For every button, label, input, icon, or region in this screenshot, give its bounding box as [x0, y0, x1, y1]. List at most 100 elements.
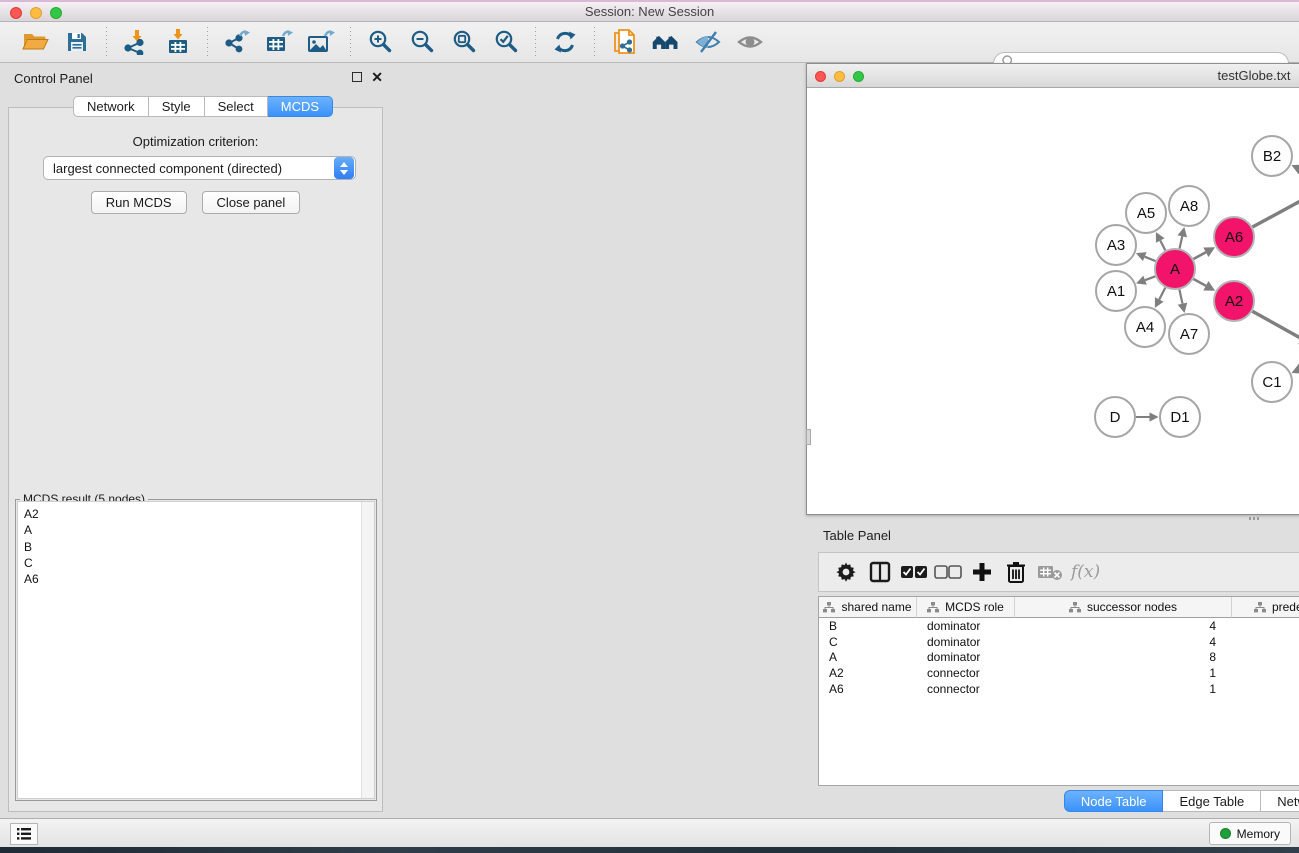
- window-titlebar: Session: New Session: [0, 0, 1299, 22]
- close-panel-icon[interactable]: ✕: [371, 72, 383, 82]
- deselect-all-icon[interactable]: [931, 558, 965, 586]
- table-panel-title: Table Panel: [823, 528, 891, 543]
- table-cell[interactable]: A: [819, 650, 917, 664]
- table-settings-icon[interactable]: [829, 558, 863, 586]
- table-cell[interactable]: B: [819, 619, 917, 633]
- import-network-icon[interactable]: [121, 27, 151, 57]
- add-column-icon[interactable]: [965, 558, 999, 586]
- network-zoom-icon[interactable]: [853, 71, 864, 82]
- run-mcds-button[interactable]: Run MCDS: [91, 191, 187, 214]
- function-builder-icon[interactable]: f(x): [1071, 562, 1100, 582]
- delete-column-icon[interactable]: [999, 558, 1033, 586]
- table-cell[interactable]: dominator: [917, 619, 1015, 633]
- scrollbar-track[interactable]: [361, 502, 374, 798]
- column-header-successor-nodes[interactable]: successor nodes: [1015, 597, 1232, 618]
- graph-edge-A-A4[interactable]: [1159, 288, 1165, 300]
- import-table-icon[interactable]: [163, 27, 193, 57]
- table-cell[interactable]: C: [819, 635, 917, 649]
- table-cell[interactable]: 4: [1015, 619, 1232, 633]
- table-cell[interactable]: 0: [1232, 650, 1299, 664]
- float-panel-icon[interactable]: [352, 72, 362, 82]
- toolbar-separator: [207, 27, 208, 57]
- table-cell[interactable]: A6: [819, 682, 917, 696]
- zoom-out-icon[interactable]: [407, 27, 437, 57]
- splitter-handle[interactable]: [806, 429, 811, 445]
- table-cell[interactable]: 1: [1015, 682, 1232, 696]
- table-cell[interactable]: dominator: [917, 635, 1015, 649]
- column-header-shared-name[interactable]: shared name: [819, 597, 917, 618]
- memory-label: Memory: [1237, 827, 1280, 841]
- tab-style[interactable]: Style: [149, 96, 205, 117]
- table-cell[interactable]: 1: [1232, 619, 1299, 633]
- memory-button[interactable]: Memory: [1209, 822, 1291, 845]
- select-all-icon[interactable]: [897, 558, 931, 586]
- tab-network-table[interactable]: Network Table: [1261, 790, 1299, 812]
- mcds-result-item[interactable]: A2: [18, 502, 374, 522]
- table-row[interactable]: A2connector11A2: [819, 665, 1299, 681]
- minimize-window-icon[interactable]: [30, 7, 42, 19]
- column-header-mcds-role[interactable]: MCDS role: [917, 597, 1015, 618]
- graph-edge-A-A3[interactable]: [1145, 257, 1156, 261]
- zoom-in-icon[interactable]: [365, 27, 395, 57]
- export-image-icon[interactable]: [306, 27, 336, 57]
- delete-table-icon[interactable]: [1033, 558, 1067, 586]
- table-cell[interactable]: A2: [819, 666, 917, 680]
- show-graphics-icon[interactable]: [735, 27, 765, 57]
- mcds-result-item[interactable]: C: [18, 555, 374, 571]
- table-row[interactable]: Bdominator41B: [819, 618, 1299, 634]
- tab-edge-table[interactable]: Edge Table: [1163, 790, 1261, 812]
- column-visibility-icon[interactable]: [863, 558, 897, 586]
- table-cell[interactable]: 8: [1015, 650, 1232, 664]
- network-close-icon[interactable]: [815, 71, 826, 82]
- table-cell[interactable]: 1: [1015, 666, 1232, 680]
- graph-edge-A-A1[interactable]: [1145, 276, 1155, 280]
- mcds-result-item[interactable]: A6: [18, 571, 374, 587]
- task-history-button[interactable]: [10, 823, 38, 845]
- network-minimize-icon[interactable]: [834, 71, 845, 82]
- table-cell[interactable]: 1: [1232, 682, 1299, 696]
- network-canvas[interactable]: AA1A2A3A4A5A6A7A8BB1B2B3B4CC1C2C3C4DD1: [808, 89, 1299, 514]
- open-file-icon[interactable]: [20, 27, 50, 57]
- graph-edge-A-A5[interactable]: [1160, 241, 1165, 251]
- table-cell[interactable]: connector: [917, 682, 1015, 696]
- graph-edge-A-A6[interactable]: [1193, 252, 1205, 259]
- horizontal-splitter[interactable]: [806, 515, 1299, 522]
- tab-mcds[interactable]: MCDS: [268, 96, 333, 117]
- graph-edge-A-A7[interactable]: [1179, 290, 1182, 304]
- zoom-fit-icon[interactable]: [449, 27, 479, 57]
- table-row[interactable]: Cdominator41C: [819, 634, 1299, 650]
- column-header-predecessor-nodes[interactable]: predecessor nodes: [1232, 597, 1299, 618]
- table-cell[interactable]: dominator: [917, 650, 1015, 664]
- table-cell[interactable]: connector: [917, 666, 1015, 680]
- table-row[interactable]: A6connector11A6: [819, 681, 1299, 697]
- tab-node-table[interactable]: Node Table: [1064, 790, 1164, 812]
- hide-graphics-icon[interactable]: [693, 27, 723, 57]
- graph-edge-A2-C[interactable]: [1252, 311, 1299, 338]
- refresh-icon[interactable]: [550, 27, 580, 57]
- mcds-result-list[interactable]: A2ABCA6: [17, 501, 375, 799]
- tab-select[interactable]: Select: [205, 96, 268, 117]
- export-table-icon[interactable]: [264, 27, 294, 57]
- show-all-networks-icon[interactable]: [651, 27, 681, 57]
- graph-node-label: C1: [1262, 374, 1281, 391]
- new-network-icon[interactable]: [609, 27, 639, 57]
- graph-node-label: A5: [1137, 205, 1155, 222]
- export-network-icon[interactable]: [222, 27, 252, 57]
- mcds-result-item[interactable]: B: [18, 539, 374, 555]
- control-panel-tabs: NetworkStyleSelectMCDS: [73, 96, 333, 117]
- table-cell[interactable]: 4: [1015, 635, 1232, 649]
- graph-edge-A-A8[interactable]: [1180, 236, 1183, 248]
- criterion-select[interactable]: largest connected component (directed): [43, 156, 356, 180]
- zoom-window-icon[interactable]: [50, 7, 62, 19]
- graph-edge-A-A2[interactable]: [1193, 279, 1205, 286]
- close-window-icon[interactable]: [10, 7, 22, 19]
- tab-network[interactable]: Network: [73, 96, 149, 117]
- zoom-selected-icon[interactable]: [491, 27, 521, 57]
- mcds-result-item[interactable]: A: [18, 522, 374, 538]
- table-row[interactable]: Adominator80A: [819, 649, 1299, 665]
- close-panel-button[interactable]: Close panel: [202, 191, 301, 214]
- graph-edge-A6-B[interactable]: [1252, 200, 1299, 227]
- table-cell[interactable]: 1: [1232, 635, 1299, 649]
- table-cell[interactable]: 1: [1232, 666, 1299, 680]
- save-session-icon[interactable]: [62, 27, 92, 57]
